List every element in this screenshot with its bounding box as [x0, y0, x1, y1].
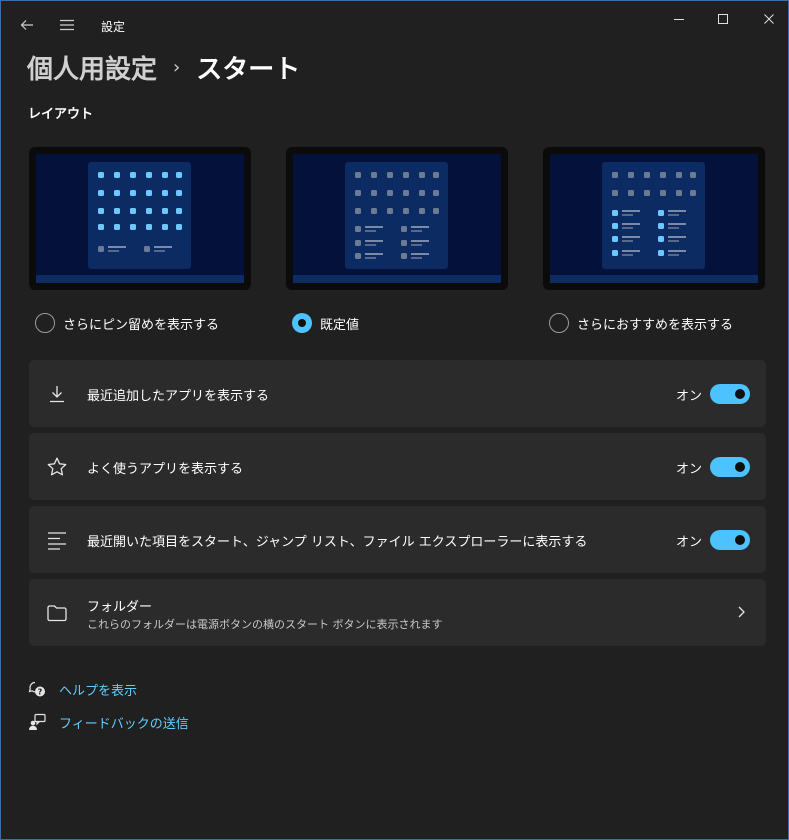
setting-label: 最近追加したアプリを表示する	[87, 389, 270, 404]
radio-button[interactable]	[549, 313, 569, 333]
chevron-right-icon	[733, 603, 749, 621]
most-used-toggle[interactable]	[710, 457, 750, 477]
feedback-icon	[27, 712, 47, 732]
preview-start-menu	[602, 162, 705, 269]
toggle-state-text: オン	[676, 462, 703, 477]
window-title: 設定	[101, 20, 126, 34]
star-icon	[45, 455, 69, 479]
layout-preview-more-recommendations[interactable]	[543, 147, 765, 290]
setting-folders[interactable]: フォルダー これらのフォルダーは電源ボタンの横のスタート ボタンに表示されます	[29, 579, 766, 646]
setting-label: よく使うアプリを表示する	[87, 462, 244, 477]
radio-button[interactable]	[35, 313, 55, 333]
radio-button-selected[interactable]	[292, 313, 312, 333]
layout-preview-more-pins[interactable]	[29, 147, 251, 290]
setting-most-used-apps: よく使うアプリを表示する オン	[29, 433, 766, 500]
preview-start-menu	[345, 162, 448, 269]
folder-icon	[45, 601, 69, 625]
radio-label: さらにピン留めを表示する	[63, 317, 220, 333]
toggle-state-text: オン	[676, 389, 703, 404]
preview-screen	[550, 154, 758, 283]
help-icon: ?	[27, 679, 47, 699]
setting-recently-opened-items: 最近開いた項目をスタート、ジャンプ リスト、ファイル エクスプローラーに表示する…	[29, 506, 766, 573]
title-bar: 設定	[1, 1, 788, 49]
breadcrumb-parent[interactable]: 個人用設定	[27, 49, 157, 86]
download-icon	[45, 382, 69, 406]
minimize-icon[interactable]	[665, 9, 693, 29]
radio-more-recommendations[interactable]: さらにおすすめを表示する	[549, 313, 733, 333]
help-link-label: ヘルプを表示	[59, 683, 138, 699]
svg-text:?: ?	[38, 688, 43, 697]
radio-label: さらにおすすめを表示する	[577, 317, 734, 333]
close-icon[interactable]	[755, 9, 783, 29]
toggle-state-text: オン	[676, 535, 703, 550]
settings-window: 設定 個人用設定 › スタート レイアウト さらにピン留めを表示する 既定値 さ…	[0, 0, 789, 840]
setting-recently-added-apps: 最近追加したアプリを表示する オン	[29, 360, 766, 427]
feedback-link[interactable]: フィードバックの送信	[27, 712, 189, 732]
maximize-icon[interactable]	[709, 9, 737, 29]
preview-taskbar	[550, 275, 758, 283]
preview-screen	[36, 154, 244, 283]
breadcrumb: 個人用設定 › スタート	[27, 47, 300, 87]
layout-preview-default[interactable]	[286, 147, 508, 290]
preview-start-menu	[88, 162, 191, 269]
folders-subtitle: これらのフォルダーは電源ボタンの横のスタート ボタンに表示されます	[87, 618, 443, 631]
preview-screen	[293, 154, 501, 283]
radio-more-pins[interactable]: さらにピン留めを表示する	[35, 313, 219, 333]
recently-added-toggle[interactable]	[710, 384, 750, 404]
layout-section-title: レイアウト	[28, 107, 94, 122]
breadcrumb-separator: ›	[173, 56, 181, 78]
radio-default[interactable]: 既定値	[292, 313, 359, 333]
help-link[interactable]: ? ヘルプを表示	[27, 679, 137, 699]
radio-label: 既定値	[320, 317, 360, 333]
preview-taskbar	[36, 275, 244, 283]
setting-label: 最近開いた項目をスタート、ジャンプ リスト、ファイル エクスプローラーに表示する	[87, 535, 588, 550]
feedback-link-label: フィードバックの送信	[59, 716, 189, 732]
back-arrow-icon[interactable]	[17, 15, 37, 35]
preview-taskbar	[293, 275, 501, 283]
folders-title: フォルダー	[87, 600, 153, 615]
list-icon	[45, 528, 69, 552]
page-title: スタート	[196, 54, 301, 85]
recently-opened-toggle[interactable]	[710, 530, 750, 550]
hamburger-menu-icon[interactable]	[57, 15, 77, 35]
